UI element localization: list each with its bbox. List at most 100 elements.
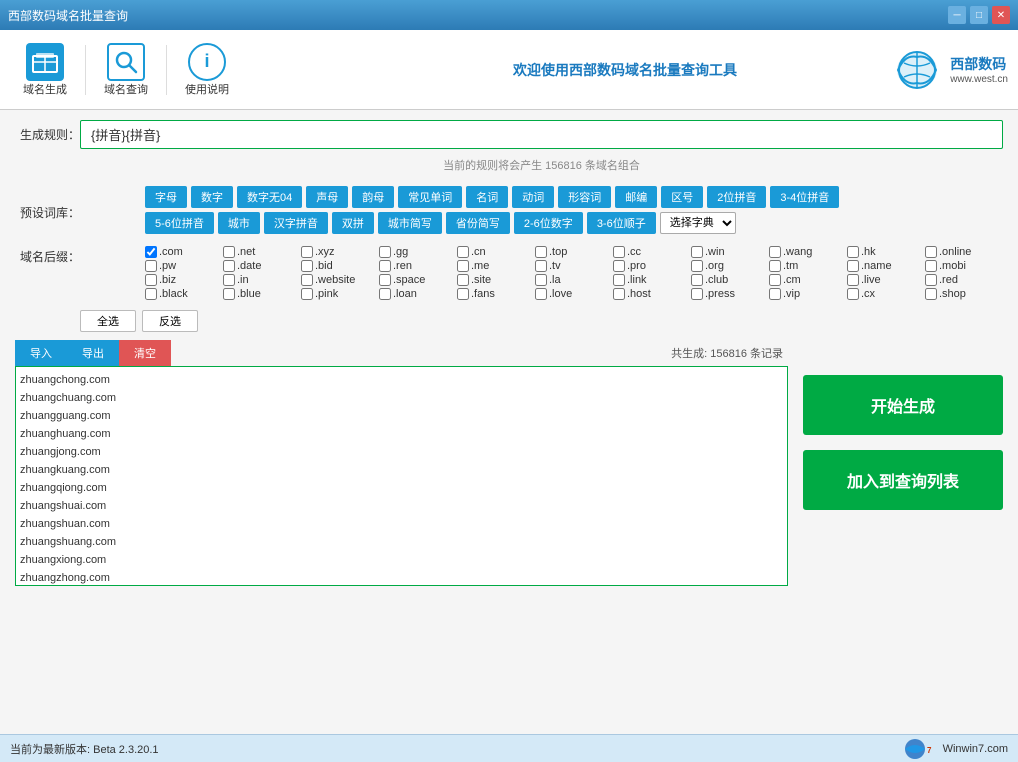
info-icon: i	[188, 43, 226, 81]
dict-btn-shuangpin[interactable]: 双拼	[332, 212, 374, 234]
titlebar-controls: ─ □ ✕	[948, 6, 1010, 24]
list-item: zhuangshuai.com	[20, 497, 783, 515]
suffix-net[interactable]: .net	[223, 246, 301, 258]
dict-btn-shengmu[interactable]: 声母	[306, 186, 348, 208]
suffix-blue[interactable]: .blue	[223, 288, 301, 300]
dict-btn-verb[interactable]: 动词	[512, 186, 554, 208]
suffix-cm[interactable]: .cm	[769, 274, 847, 286]
domain-gen-button[interactable]: 域名生成	[10, 35, 80, 105]
suffix-press[interactable]: .press	[691, 288, 769, 300]
dict-btn-26num[interactable]: 2-6位数字	[514, 212, 583, 234]
dict-btn-postcode[interactable]: 邮编	[615, 186, 657, 208]
suffix-bid[interactable]: .bid	[301, 260, 379, 272]
suffix-tv[interactable]: .tv	[535, 260, 613, 272]
rule-input[interactable]: {拼音}{拼音}	[80, 120, 1003, 149]
suffix-org[interactable]: .org	[691, 260, 769, 272]
domain-gen-icon	[26, 43, 64, 81]
suffix-red[interactable]: .red	[925, 274, 1003, 286]
select-all-button[interactable]: 全选	[80, 310, 136, 332]
suffix-gg[interactable]: .gg	[379, 246, 457, 258]
close-button[interactable]: ✕	[992, 6, 1010, 24]
suffix-club[interactable]: .club	[691, 274, 769, 286]
list-item: zhuanghuang.com	[20, 425, 783, 443]
dict-btn-number-no04[interactable]: 数字无04	[237, 186, 302, 208]
dict-btn-hzpy[interactable]: 汉字拼音	[264, 212, 328, 234]
brand-text-area: 西部数码 www.west.cn	[950, 54, 1008, 85]
suffix-win[interactable]: .win	[691, 246, 769, 258]
suffix-tm[interactable]: .tm	[769, 260, 847, 272]
suffix-fans[interactable]: .fans	[457, 288, 535, 300]
dict-btn-common-words[interactable]: 常见单词	[398, 186, 462, 208]
dict-btn-34py[interactable]: 3-4位拼音	[770, 186, 839, 208]
suffix-cn[interactable]: .cn	[457, 246, 535, 258]
dict-btn-yunmu[interactable]: 韵母	[352, 186, 394, 208]
suffix-pink[interactable]: .pink	[301, 288, 379, 300]
suffix-love[interactable]: .love	[535, 288, 613, 300]
dict-btn-56py[interactable]: 5-6位拼音	[145, 212, 214, 234]
toolbar: 域名生成 域名查询 i 使用说明 欢迎使用西部数码域名批量查询工具	[0, 30, 1018, 110]
suffix-xyz[interactable]: .xyz	[301, 246, 379, 258]
suffix-cx[interactable]: .cx	[847, 288, 925, 300]
suffix-live[interactable]: .live	[847, 274, 925, 286]
suffix-shop[interactable]: .shop	[925, 288, 1003, 300]
suffix-black[interactable]: .black	[145, 288, 223, 300]
deselect-button[interactable]: 反选	[142, 310, 198, 332]
suffix-link[interactable]: .link	[613, 274, 691, 286]
dict-select[interactable]: 选择字典	[660, 212, 736, 234]
dict-btn-2py[interactable]: 2位拼音	[707, 186, 766, 208]
domain-gen-label: 域名生成	[23, 81, 67, 97]
suffix-com[interactable]: .com	[145, 246, 223, 258]
suffix-host[interactable]: .host	[613, 288, 691, 300]
bottom-area: 导入 导出 清空 共生成: 156816 条记录 zhuangchong.com…	[15, 340, 1003, 586]
main-content: 生成规则： {拼音}{拼音} 当前的规则将会产生 156816 条域名组合 预设…	[0, 110, 1018, 734]
dict-btn-36shunzi[interactable]: 3-6位顺子	[587, 212, 656, 234]
dict-btn-noun[interactable]: 名词	[466, 186, 508, 208]
suffix-site[interactable]: .site	[457, 274, 535, 286]
generate-button[interactable]: 开始生成	[803, 375, 1003, 435]
list-item: zhuangshuang.com	[20, 533, 783, 551]
suffix-website[interactable]: .website	[301, 274, 379, 286]
dict-btn-city[interactable]: 城市	[218, 212, 260, 234]
dict-label: 预设词库：	[15, 204, 80, 221]
suffix-online[interactable]: .online	[925, 246, 1003, 258]
dict-btn-areacode[interactable]: 区号	[661, 186, 703, 208]
suffix-pw[interactable]: .pw	[145, 260, 223, 272]
suffix-pro[interactable]: .pro	[613, 260, 691, 272]
suffix-space[interactable]: .space	[379, 274, 457, 286]
suffix-wang[interactable]: .wang	[769, 246, 847, 258]
domain-query-button[interactable]: 域名查询	[91, 35, 161, 105]
help-button[interactable]: i 使用说明	[172, 35, 242, 105]
suffix-in[interactable]: .in	[223, 274, 301, 286]
dict-btn-letter[interactable]: 字母	[145, 186, 187, 208]
import-button[interactable]: 导入	[15, 340, 67, 366]
suffix-me[interactable]: .me	[457, 260, 535, 272]
suffix-mobi[interactable]: .mobi	[925, 260, 1003, 272]
clear-button[interactable]: 清空	[119, 340, 171, 366]
statusbar-brand: Winwin7.com	[943, 743, 1008, 755]
dict-btn-adj[interactable]: 形容词	[558, 186, 611, 208]
suffix-date[interactable]: .date	[223, 260, 301, 272]
minimize-button[interactable]: ─	[948, 6, 966, 24]
suffix-top[interactable]: .top	[535, 246, 613, 258]
list-item: zhuangzhong.com	[20, 569, 783, 586]
suffix-name[interactable]: .name	[847, 260, 925, 272]
suffix-biz[interactable]: .biz	[145, 274, 223, 286]
suffix-vip[interactable]: .vip	[769, 288, 847, 300]
dict-row: 预设词库： 字母 数字 数字无04 声母 韵母 常见单词 名词 动词 形容词 邮…	[15, 186, 1003, 238]
suffix-loan[interactable]: .loan	[379, 288, 457, 300]
dict-btn-city-abbr[interactable]: 城市简写	[378, 212, 442, 234]
add-query-button[interactable]: 加入到查询列表	[803, 450, 1003, 510]
domain-query-label: 域名查询	[104, 81, 148, 97]
suffix-hk[interactable]: .hk	[847, 246, 925, 258]
suffix-cc[interactable]: .cc	[613, 246, 691, 258]
domain-list[interactable]: zhuangchong.comzhuangchuang.comzhuanggua…	[15, 366, 788, 586]
suffix-ren[interactable]: .ren	[379, 260, 457, 272]
list-count: 共生成: 156816 条记录	[671, 345, 788, 361]
dict-btn-number[interactable]: 数字	[191, 186, 233, 208]
suffix-la[interactable]: .la	[535, 274, 613, 286]
dict-btn-province-abbr[interactable]: 省份简写	[446, 212, 510, 234]
suffix-label: 域名后缀：	[15, 246, 80, 265]
maximize-button[interactable]: □	[970, 6, 988, 24]
list-item: zhuangchong.com	[20, 371, 783, 389]
export-button[interactable]: 导出	[67, 340, 119, 366]
